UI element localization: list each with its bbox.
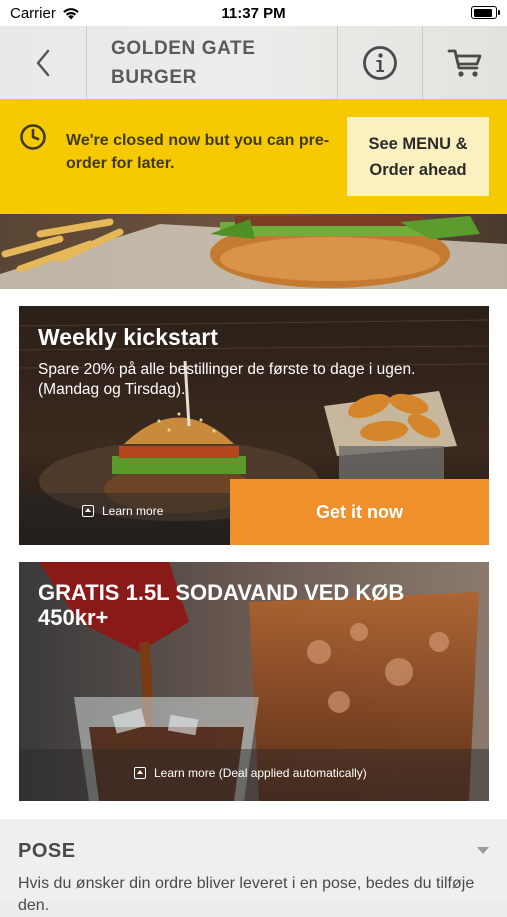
burger-photo <box>0 214 507 289</box>
back-button[interactable] <box>0 26 86 99</box>
info-square-icon <box>82 505 94 517</box>
offer-title: GRATIS 1.5L SODAVAND VED KØB 450kr+ <box>38 580 405 630</box>
battery-icon <box>471 6 500 19</box>
status-time: 11:37 PM <box>221 5 286 22</box>
info-icon <box>363 45 397 80</box>
pose-title: POSE <box>18 840 76 862</box>
learn-more-link[interactable]: Learn more (Deal applied automatically) <box>134 766 367 780</box>
chevron-down-icon[interactable] <box>477 847 489 854</box>
title-line1: GOLDEN GATE <box>111 37 256 59</box>
info-square-icon <box>134 767 146 779</box>
learn-more-label: Learn more (Deal applied automatically) <box>154 766 367 780</box>
menu-btn-line2: Order ahead <box>369 160 467 179</box>
info-button[interactable] <box>338 26 422 99</box>
app-header: GOLDEN GATE BURGER <box>0 26 507 99</box>
cart-button[interactable] <box>423 26 507 99</box>
learn-more-bar <box>19 493 230 545</box>
menu-btn-line1: See MENU & <box>368 134 468 153</box>
learn-more-link[interactable]: Learn more <box>82 504 163 518</box>
hero-image <box>0 214 507 289</box>
offer-title: Weekly kickstart <box>38 324 218 350</box>
cart-icon <box>447 49 482 77</box>
status-bar: Carrier 11:37 PM <box>0 0 507 26</box>
offer-card-weekly-kickstart[interactable]: Weekly kickstart Spare 20% på alle besti… <box>19 306 489 545</box>
title-line2: BURGER <box>111 66 197 88</box>
closed-message: We're closed now but you can pre-order f… <box>66 132 330 172</box>
offer-card-free-soda[interactable]: GRATIS 1.5L SODAVAND VED KØB 450kr+ Lear… <box>19 562 489 801</box>
pose-description: Hvis du ønsker din ordre bliver leveret … <box>18 875 475 914</box>
restaurant-title: GOLDEN GATE BURGER <box>87 26 337 99</box>
learn-more-label: Learn more <box>102 504 164 518</box>
get-it-now-button[interactable]: Get it now <box>230 479 489 545</box>
clock-icon <box>20 124 46 150</box>
pose-section[interactable]: POSE Hvis du ønsker din ordre bliver lev… <box>0 819 507 914</box>
chevron-left-icon <box>36 49 50 76</box>
see-menu-button[interactable]: See MENU & Order ahead <box>347 117 489 196</box>
offer-description: Spare 20% på alle bestillinger de første… <box>38 361 416 398</box>
